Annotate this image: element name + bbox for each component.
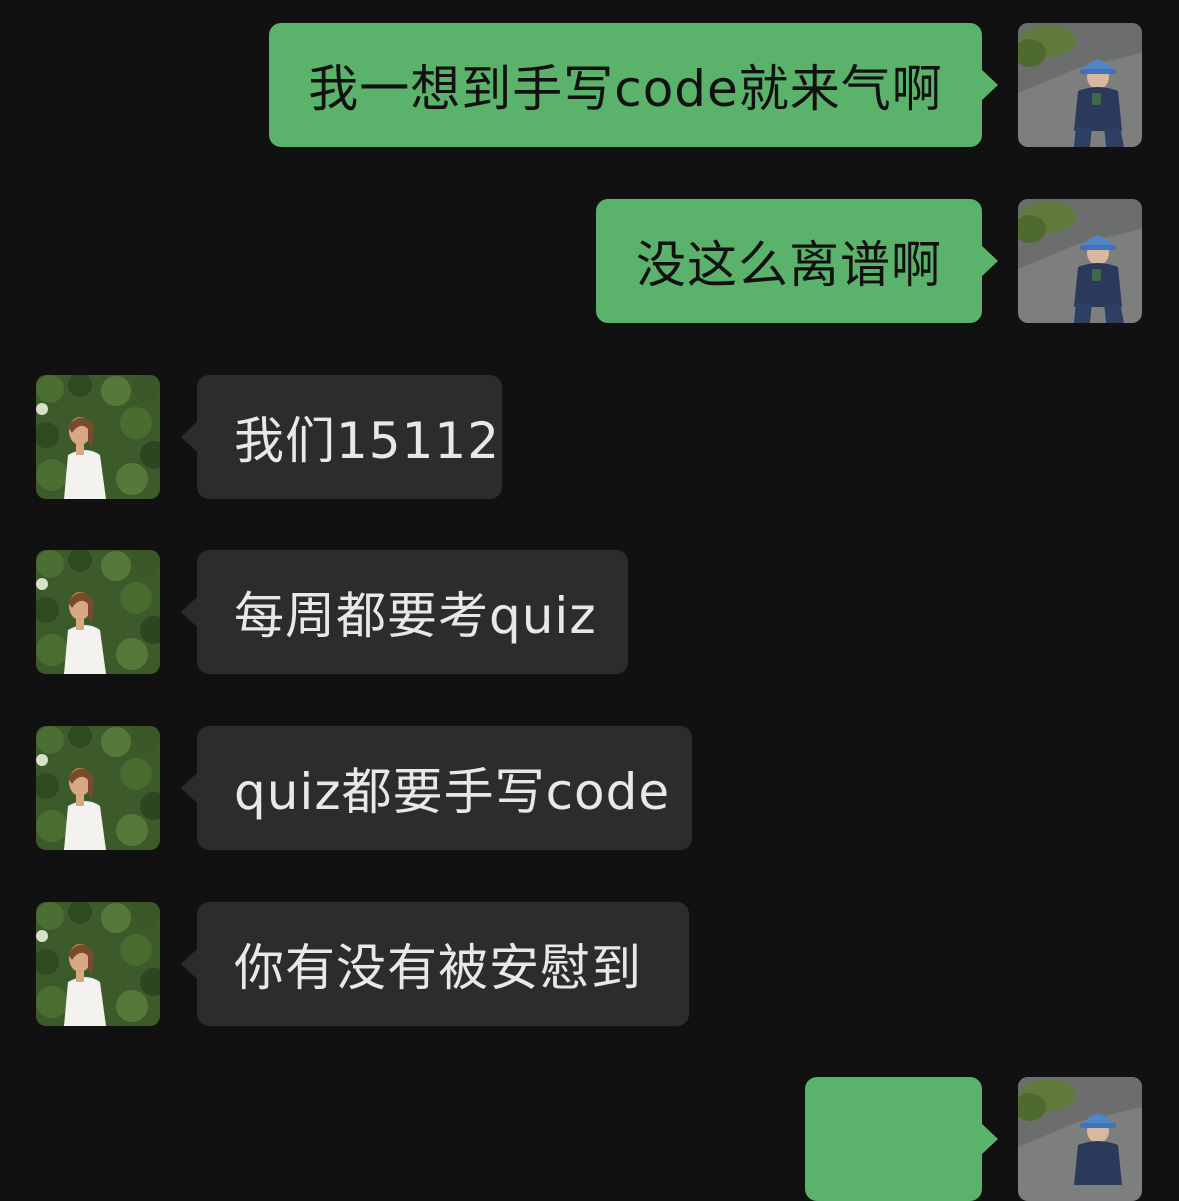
- message-text: 我们15112: [234, 412, 501, 470]
- outgoing-message-bubble[interactable]: 我一想到手写code就来气啊: [269, 23, 998, 147]
- message-text: 没这么离谱啊: [636, 236, 942, 294]
- contact-avatar[interactable]: [36, 902, 160, 1026]
- outgoing-message-bubble[interactable]: [805, 1077, 998, 1201]
- self-avatar[interactable]: [1018, 23, 1142, 147]
- message-text: 我一想到手写code就来气啊: [308, 60, 943, 118]
- contact-avatar[interactable]: [36, 550, 160, 674]
- incoming-message-bubble[interactable]: 我们15112: [181, 375, 502, 499]
- contact-avatar[interactable]: [36, 375, 160, 499]
- chat-message-list: 我一想到手写code就来气啊 没这么离谱啊 我们15112 每周都要考quiz …: [0, 0, 1179, 1201]
- incoming-message-bubble[interactable]: 你有没有被安慰到: [181, 902, 689, 1026]
- outgoing-message-bubble[interactable]: 没这么离谱啊: [596, 199, 998, 323]
- message-text: 每周都要考quiz: [234, 587, 597, 645]
- self-avatar[interactable]: [1018, 1077, 1142, 1201]
- incoming-message-bubble[interactable]: quiz都要手写code: [181, 726, 692, 850]
- incoming-message-bubble[interactable]: 每周都要考quiz: [181, 550, 628, 674]
- message-text: 你有没有被安慰到: [234, 939, 642, 997]
- message-text: quiz都要手写code: [234, 763, 671, 821]
- contact-avatar[interactable]: [36, 726, 160, 850]
- self-avatar[interactable]: [1018, 199, 1142, 323]
